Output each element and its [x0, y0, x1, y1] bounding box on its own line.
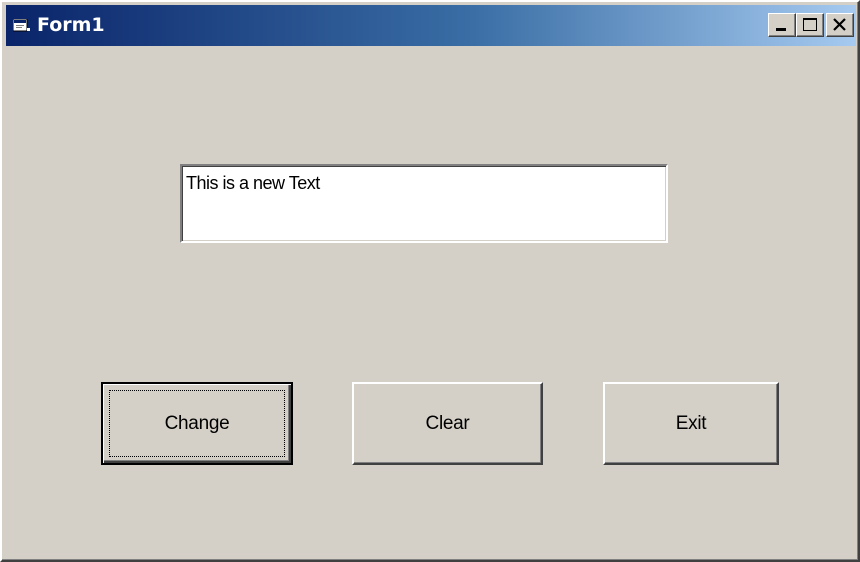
clear-button[interactable]: Clear: [352, 382, 543, 465]
minimize-button[interactable]: [768, 13, 796, 37]
form-window: Form1 This is a new Text Change Clear Ex…: [0, 0, 860, 562]
close-button[interactable]: [826, 13, 854, 37]
change-button-label: Change: [164, 412, 230, 434]
clear-button-label: Clear: [425, 412, 470, 434]
minimize-icon: [776, 28, 786, 31]
form-icon[interactable]: [12, 18, 31, 33]
text-input[interactable]: This is a new Text: [180, 164, 668, 243]
maximize-button[interactable]: [796, 13, 824, 37]
exit-button-label: Exit: [675, 412, 707, 434]
exit-button[interactable]: Exit: [603, 382, 779, 465]
window-title: Form1: [37, 14, 105, 36]
maximize-icon: [803, 18, 817, 31]
title-bar[interactable]: Form1: [6, 5, 856, 46]
close-icon: [833, 18, 846, 31]
change-button[interactable]: Change: [101, 382, 293, 465]
